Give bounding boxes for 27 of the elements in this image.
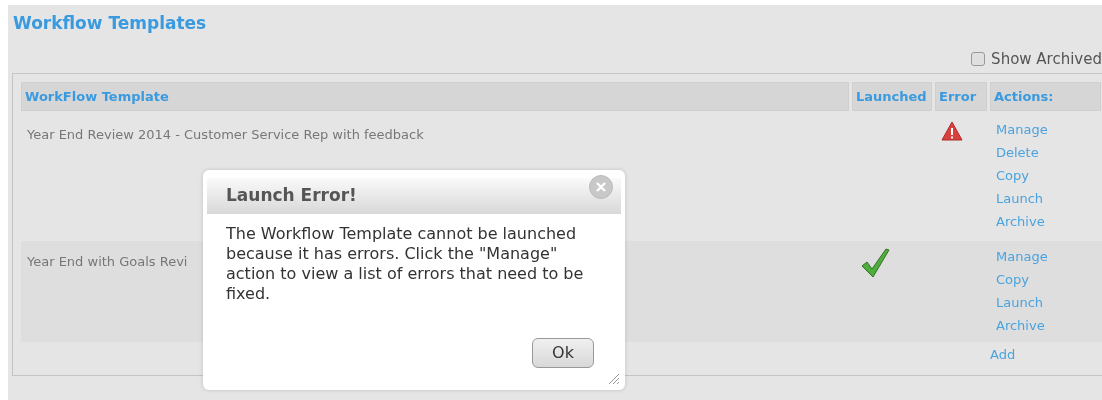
action-link[interactable]: Archive — [996, 317, 1045, 335]
show-archived-checkbox[interactable] — [971, 52, 986, 66]
dialog-title: Launch Error! — [226, 184, 357, 208]
ok-button[interactable]: Ok — [532, 338, 594, 368]
checkmark-icon — [860, 247, 890, 279]
add-link[interactable]: Add — [990, 345, 1016, 365]
action-link[interactable]: Launch — [996, 294, 1044, 312]
action-link[interactable]: Archive — [996, 213, 1045, 231]
warning-icon — [941, 121, 963, 141]
resize-grip-icon — [608, 373, 620, 385]
template-name: Year End Review 2014 - Customer Service Rep with feedback — [27, 127, 424, 142]
column-header: Error — [935, 82, 987, 111]
action-link[interactable]: Manage — [996, 248, 1048, 266]
action-link[interactable]: Manage — [996, 121, 1048, 139]
column-header: WorkFlow Template — [21, 82, 849, 111]
column-header: Launched — [852, 82, 932, 111]
show-archived-label: Show Archived — [991, 48, 1102, 70]
dialog-message: The Workflow Template cannot be launched because it has errors. Click the "Manage" action to view a list of errors that need to be fixed. — [225, 223, 585, 304]
action-link[interactable]: Copy — [996, 167, 1029, 185]
action-link[interactable]: Copy — [996, 271, 1029, 289]
action-link[interactable]: Delete — [996, 144, 1039, 162]
close-icon — [596, 182, 606, 192]
column-header: Actions: — [990, 82, 1101, 111]
template-name: Year End with Goals Revi — [27, 254, 188, 269]
action-link[interactable]: Launch — [996, 190, 1044, 208]
page-title: Workflow Templates — [13, 12, 207, 34]
close-button[interactable] — [589, 175, 613, 199]
